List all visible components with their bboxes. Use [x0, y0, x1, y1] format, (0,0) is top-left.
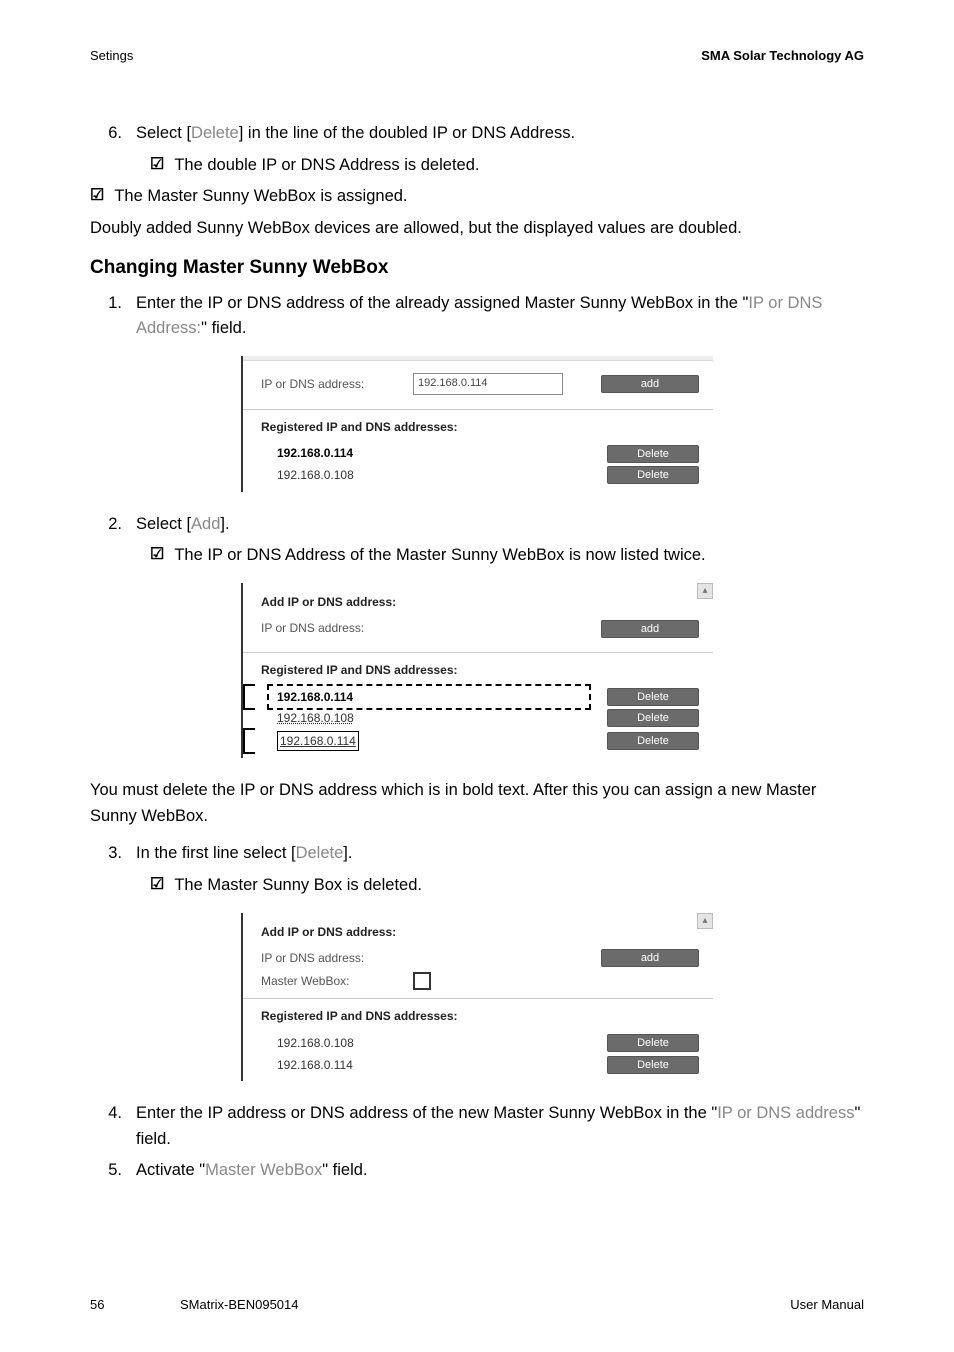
step-text: ] in the line of the doubled IP or DNS A…: [239, 124, 575, 142]
ip-input[interactable]: 192.168.0.114: [413, 373, 563, 395]
step-text: Select [: [136, 124, 191, 142]
step-text: In the first line select [: [136, 844, 296, 862]
check-icon: ☑: [90, 184, 104, 209]
ip-label: IP or DNS address:: [261, 949, 401, 968]
step-text: Select [: [136, 515, 191, 533]
check-icon: ☑: [150, 543, 164, 568]
page-header: Setings SMA Solar Technology AG: [90, 48, 864, 63]
delete-button[interactable]: Delete: [607, 466, 699, 484]
check-icon: ☑: [150, 873, 164, 898]
page-number: 56: [90, 1297, 104, 1312]
step-number: 4.: [90, 1101, 136, 1152]
delete-button[interactable]: Delete: [607, 1056, 699, 1074]
add-title: Add IP or DNS address:: [261, 923, 699, 942]
ip-value: 192.168.0.114: [277, 731, 359, 752]
address-row: 192.168.0.114 Delete: [261, 444, 699, 463]
body: 6. Select [Delete] in the line of the do…: [90, 121, 864, 1184]
check-text: The IP or DNS Address of the Master Sunn…: [174, 543, 705, 569]
step-text: Enter the IP or DNS address of the alrea…: [136, 294, 748, 312]
check-result: ☑ The IP or DNS Address of the Master Su…: [150, 543, 864, 569]
add-ref: Add: [191, 515, 220, 533]
address-row: 192.168.0.108 Delete: [261, 466, 699, 485]
registered-title: Registered IP and DNS addresses:: [261, 661, 699, 680]
field-ref: IP or DNS address: [717, 1104, 854, 1122]
check-text: The double IP or DNS Address is deleted.: [174, 153, 479, 179]
doc-code: SMatrix-BEN095014: [180, 1297, 299, 1312]
step-text: ].: [343, 844, 352, 862]
delete-button[interactable]: Delete: [607, 732, 699, 750]
step-number: 2.: [90, 512, 136, 538]
figure-2: ▴ Add IP or DNS address: IP or DNS addre…: [241, 583, 713, 759]
scroll-up-icon[interactable]: ▴: [697, 583, 713, 599]
step-4: 4. Enter the IP address or DNS address o…: [90, 1101, 864, 1152]
registered-title: Registered IP and DNS addresses:: [261, 1007, 699, 1026]
ip-value: 192.168.0.114: [277, 688, 353, 707]
footer-right: User Manual: [790, 1297, 864, 1312]
header-section: Setings: [90, 48, 133, 63]
step-text: Activate ": [136, 1161, 205, 1179]
paragraph: You must delete the IP or DNS address wh…: [90, 778, 864, 829]
field-ref: Master WebBox: [205, 1161, 322, 1179]
section-heading: Changing Master Sunny WebBox: [90, 253, 864, 282]
paragraph: Doubly added Sunny WebBox devices are al…: [90, 216, 864, 242]
ip-value: 192.168.0.108: [277, 1034, 354, 1053]
master-checkbox[interactable]: [413, 972, 431, 990]
delete-button[interactable]: Delete: [607, 709, 699, 727]
page-footer: 56 SMatrix-BEN095014 User Manual: [90, 1297, 864, 1312]
add-button[interactable]: add: [601, 375, 699, 393]
step-6: 6. Select [Delete] in the line of the do…: [90, 121, 864, 147]
delete-button[interactable]: Delete: [607, 688, 699, 706]
step-3: 3. In the first line select [Delete].: [90, 841, 864, 867]
check-text: The Master Sunny Box is deleted.: [174, 873, 422, 899]
step-number: 1.: [90, 291, 136, 342]
delete-button[interactable]: Delete: [607, 1034, 699, 1052]
address-row: 192.168.0.108 Delete: [261, 709, 699, 728]
master-label: Master WebBox:: [261, 972, 401, 991]
figure-3: ▴ Add IP or DNS address: IP or DNS addre…: [241, 913, 713, 1082]
address-row: 192.168.0.114 Delete: [261, 688, 699, 707]
step-2: 2. Select [Add].: [90, 512, 864, 538]
scroll-up-icon[interactable]: ▴: [697, 913, 713, 929]
step-1: 1. Enter the IP or DNS address of the al…: [90, 291, 864, 342]
step-number: 5.: [90, 1158, 136, 1184]
check-text: The Master Sunny WebBox is assigned.: [114, 184, 407, 210]
add-button[interactable]: add: [601, 949, 699, 967]
address-row: 192.168.0.114 Delete: [261, 731, 699, 752]
step-text: " field.: [322, 1161, 367, 1179]
header-company: SMA Solar Technology AG: [701, 48, 864, 63]
check-icon: ☑: [150, 153, 164, 178]
figure-1: IP or DNS address: 192.168.0.114 add Reg…: [241, 356, 713, 492]
step-text: ].: [220, 515, 229, 533]
ip-value: 192.168.0.108: [277, 466, 354, 485]
registered-title: Registered IP and DNS addresses:: [261, 418, 699, 437]
add-button[interactable]: add: [601, 620, 699, 638]
ip-value: 192.168.0.114: [277, 1056, 353, 1075]
ip-label: IP or DNS address:: [261, 619, 401, 638]
bracket-marker: [243, 728, 255, 754]
check-result-outer: ☑ The Master Sunny WebBox is assigned.: [90, 184, 864, 210]
delete-ref: Delete: [191, 124, 239, 142]
step-5: 5. Activate "Master WebBox" field.: [90, 1158, 864, 1184]
add-title: Add IP or DNS address:: [261, 593, 699, 612]
check-result: ☑ The Master Sunny Box is deleted.: [150, 873, 864, 899]
step-number: 6.: [90, 121, 136, 147]
ip-value: 192.168.0.108: [277, 709, 354, 728]
delete-ref: Delete: [296, 844, 344, 862]
address-row: 192.168.0.114 Delete: [261, 1056, 699, 1075]
address-row: 192.168.0.108 Delete: [261, 1034, 699, 1053]
step-text: Enter the IP address or DNS address of t…: [136, 1104, 717, 1122]
check-result: ☑ The double IP or DNS Address is delete…: [150, 153, 864, 179]
ip-label: IP or DNS address:: [261, 375, 401, 394]
delete-button[interactable]: Delete: [607, 445, 699, 463]
ip-value: 192.168.0.114: [277, 444, 353, 463]
step-number: 3.: [90, 841, 136, 867]
bracket-marker: [243, 684, 255, 710]
step-text: " field.: [201, 319, 246, 337]
